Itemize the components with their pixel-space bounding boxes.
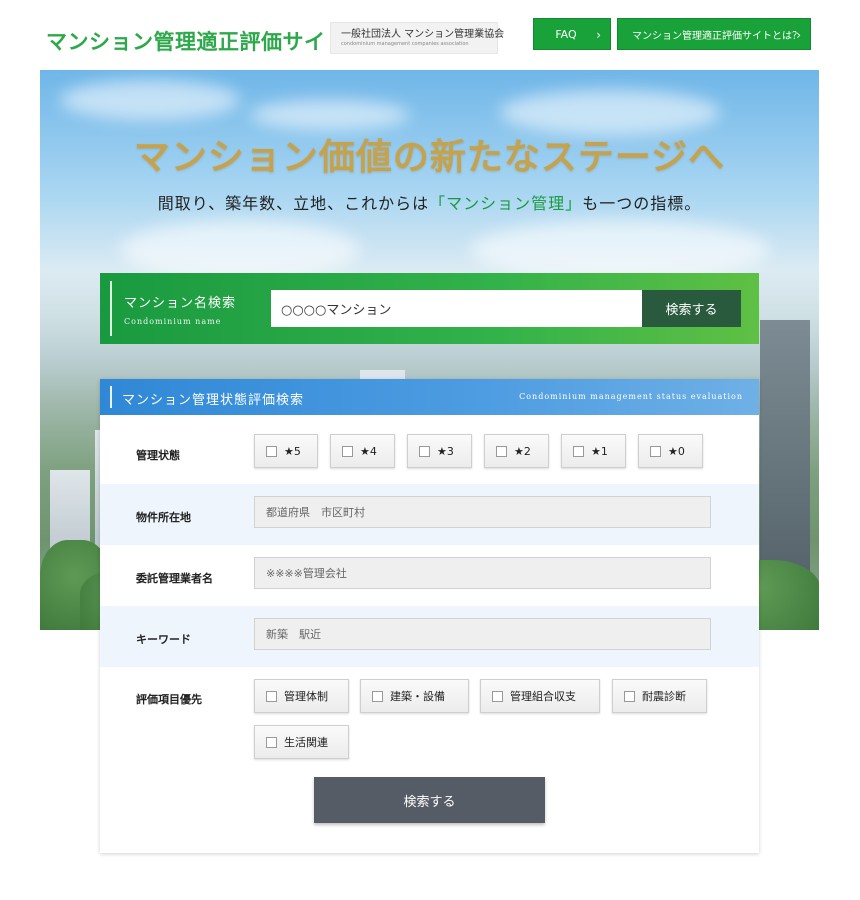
rating-0-checkbox[interactable]: ★0 — [638, 434, 703, 468]
management-company-input[interactable] — [254, 557, 711, 589]
status-label: 管理状態 — [136, 449, 180, 462]
chevron-right-icon: › — [796, 28, 801, 42]
rating-4-checkbox[interactable]: ★4 — [330, 434, 395, 468]
name-search-label-jp: マンション名検索 — [124, 296, 237, 311]
status-row: 管理状態 ★5 ★4 ★3 ★2 ★1 ★0 — [100, 415, 759, 484]
faq-button-label: FAQ — [555, 27, 577, 41]
evaluation-search-title: マンション管理状態評価検索 — [122, 393, 305, 408]
header: マンション管理適正評価サイト 一般社団法人 マンション管理業協会 condomi… — [0, 0, 860, 70]
priority-label: 評価項目優先 — [136, 693, 202, 706]
hero-subtitle-after: も一つの指標。 — [582, 194, 702, 213]
location-label: 物件所在地 — [136, 511, 191, 524]
about-site-button[interactable]: マンション管理適正評価サイトとは？ › — [617, 18, 811, 50]
priority-finance-checkbox[interactable]: 管理組合収支 — [480, 679, 600, 713]
company-row: 委託管理業者名 — [100, 545, 759, 606]
priority-row: 評価項目優先 管理体制 建築・設備 管理組合収支 耐震診断 生活関連 — [100, 667, 759, 767]
association-logo[interactable]: 一般社団法人 マンション管理業協会 condominium management… — [330, 22, 504, 54]
rating-1-checkbox[interactable]: ★1 — [561, 434, 626, 468]
location-input[interactable] — [254, 496, 711, 528]
evaluation-search-header: マンション管理状態評価検索 Condominium management sta… — [100, 379, 759, 415]
evaluation-search-button[interactable]: 検索する — [314, 777, 545, 823]
cloud-decoration — [470, 220, 770, 280]
cloud-decoration — [120, 220, 360, 280]
chevron-right-icon: › — [596, 28, 601, 42]
priority-seismic-checkbox[interactable]: 耐震診断 — [612, 679, 707, 713]
hero-subtitle-accent: 「マンション管理」 — [429, 194, 583, 213]
name-search-label-en: Condominium name — [124, 317, 222, 326]
keyword-row: キーワード — [100, 606, 759, 667]
priority-building-checkbox[interactable]: 建築・設備 — [360, 679, 469, 713]
association-name: 一般社団法人 マンション管理業協会 — [341, 28, 505, 40]
condominium-name-search: マンション名検索 Condominium name 検索する — [100, 273, 759, 344]
location-row: 物件所在地 — [100, 484, 759, 545]
name-search-button[interactable]: 検索する — [642, 290, 741, 327]
cloud-decoration — [250, 100, 410, 130]
keyword-label: キーワード — [136, 633, 191, 646]
hero-subtitle: 間取り、築年数、立地、これからは「マンション管理」も一つの指標。 — [40, 190, 819, 214]
evaluation-search-panel: マンション管理状態評価検索 Condominium management sta… — [100, 379, 759, 853]
cloud-decoration — [60, 80, 240, 120]
hero-title: マンション価値の新たなステージへ — [133, 136, 726, 178]
priority-management-checkbox[interactable]: 管理体制 — [254, 679, 349, 713]
rating-5-checkbox[interactable]: ★5 — [254, 434, 318, 468]
company-label: 委託管理業者名 — [136, 572, 213, 585]
association-name-en: condominium management companies associa… — [341, 40, 469, 47]
rating-2-checkbox[interactable]: ★2 — [484, 434, 549, 468]
name-search-label: マンション名検索 Condominium name — [110, 281, 236, 336]
keyword-input[interactable] — [254, 618, 711, 650]
evaluation-search-title-en: Condominium management status evaluation — [519, 392, 743, 401]
faq-button[interactable]: FAQ › — [533, 18, 611, 50]
hero-subtitle-before: 間取り、築年数、立地、これからは — [157, 194, 430, 213]
rating-3-checkbox[interactable]: ★3 — [407, 434, 472, 468]
about-site-button-label: マンション管理適正評価サイトとは？ — [632, 30, 802, 42]
condominium-name-input[interactable] — [271, 290, 642, 327]
priority-living-checkbox[interactable]: 生活関連 — [254, 725, 349, 759]
site-title[interactable]: マンション管理適正評価サイト — [46, 26, 347, 56]
